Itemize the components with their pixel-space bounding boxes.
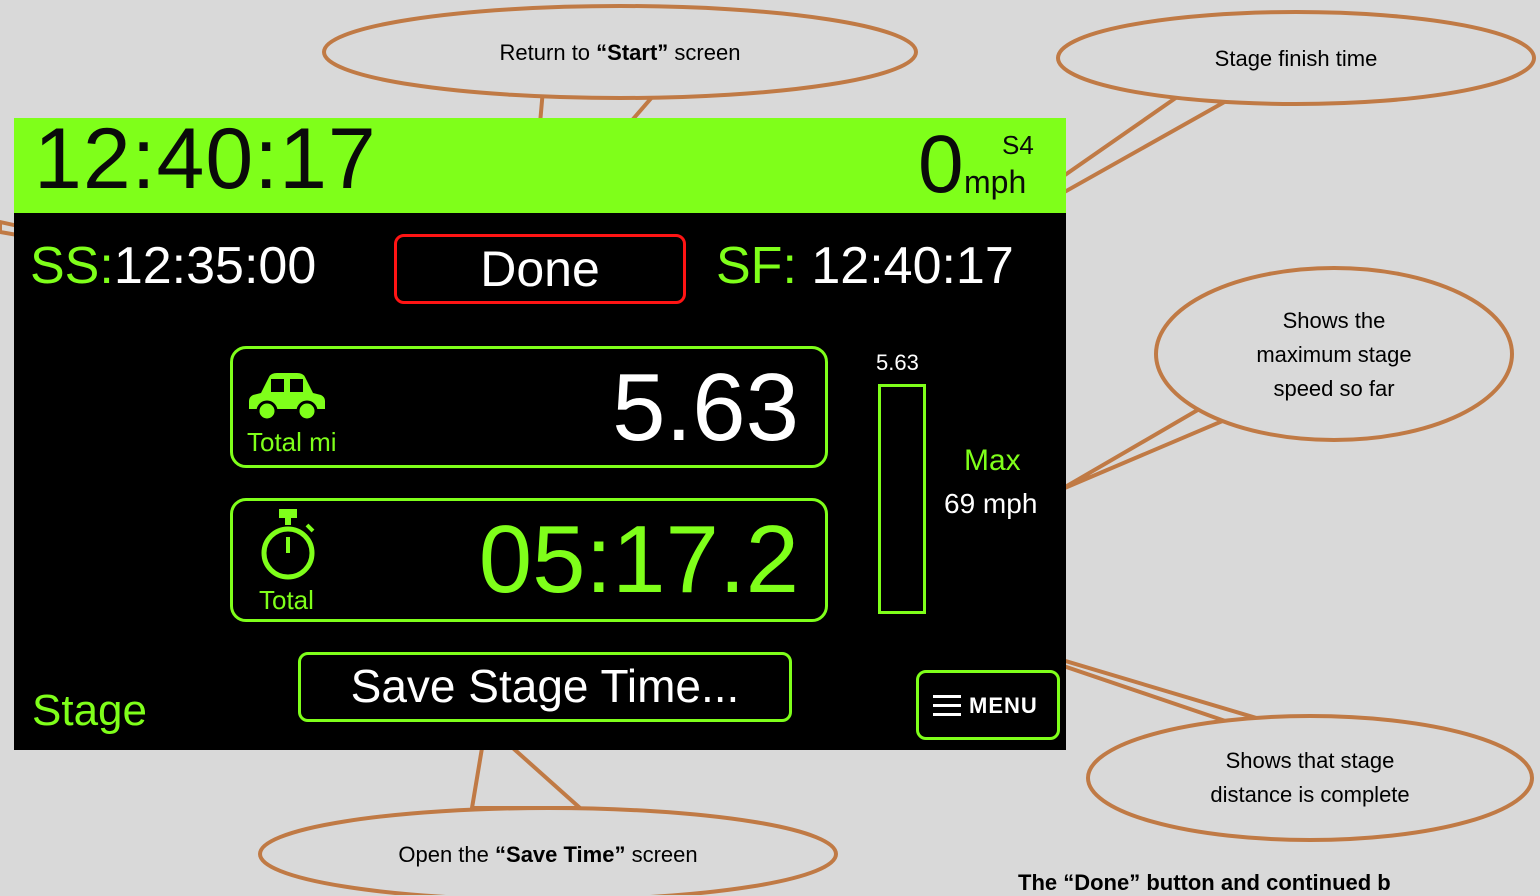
mode-label: Stage [32, 686, 147, 735]
stage-progress-bar [878, 384, 926, 614]
stopwatch-icon [261, 509, 315, 580]
done-callout-pre: Return to [499, 40, 597, 65]
max-callout: Shows the maximum stage speed so far [1214, 304, 1454, 406]
save-callout-post: screen [625, 842, 698, 867]
bar-callout: Shows that stage distance is complete [1140, 744, 1480, 812]
distance-panel: Total mi 5.63 [230, 346, 828, 468]
done-button[interactable]: Done [394, 234, 686, 304]
finish-callout: Stage finish time [1214, 46, 1378, 71]
max-speed-value: 69 mph [944, 488, 1038, 519]
max-label: Max [964, 444, 1021, 477]
max-callout-line1: Shows the [1282, 308, 1386, 333]
bar-callout-line2: distance is complete [1210, 782, 1410, 807]
save-callout-pre: Open the [398, 842, 496, 867]
save-stage-time-button[interactable]: Save Stage Time... [298, 652, 792, 722]
bottom-note: The “Done” button and continued b [1018, 870, 1391, 895]
current-speed: 0 [918, 119, 964, 210]
menu-label: MENU [969, 693, 1038, 718]
done-callout-post: screen [668, 40, 741, 65]
elapsed-label: Total [259, 585, 314, 615]
distance-value: 5.63 [612, 354, 799, 461]
save-callout: Open the “Save Time” screen [298, 842, 798, 868]
elapsed-value: 05:17.2 [478, 506, 799, 613]
done-callout: Return to “Start” screen [420, 40, 820, 66]
stage-finish-time: SF: 12:40:17 [716, 236, 1014, 296]
stage-number: S4 [1002, 130, 1034, 160]
bar-top-value: 5.63 [876, 350, 919, 375]
distance-label: Total mi [247, 427, 337, 457]
current-time: 12:40:17 [34, 118, 377, 207]
sf-label: SF: [716, 237, 797, 295]
max-callout-line2: maximum stage [1256, 342, 1412, 367]
elapsed-panel: Total 05:17.2 [230, 498, 828, 622]
save-callout-bold: “Save Time” [495, 842, 626, 867]
max-callout-line3: speed so far [1273, 376, 1395, 401]
car-icon [249, 373, 325, 421]
done-callout-bold: “Start” [596, 40, 669, 65]
stage-start-time: SS:12:35:00 [30, 236, 316, 296]
menu-button[interactable]: MENU [916, 670, 1060, 740]
ss-time: 12:35:00 [113, 237, 317, 295]
ss-label: SS: [30, 237, 114, 295]
speed-unit: mph [964, 164, 1027, 200]
bar-callout-line1: Shows that stage [1225, 748, 1395, 773]
hamburger-icon [933, 695, 961, 717]
status-bar: 12:40:17 0 mph S4 [14, 118, 1066, 213]
sf-time: 12:40:17 [811, 237, 1014, 295]
device-screen: 12:40:17 0 mph S4 SS:12:35:00 Done SF: 1… [14, 118, 1066, 750]
